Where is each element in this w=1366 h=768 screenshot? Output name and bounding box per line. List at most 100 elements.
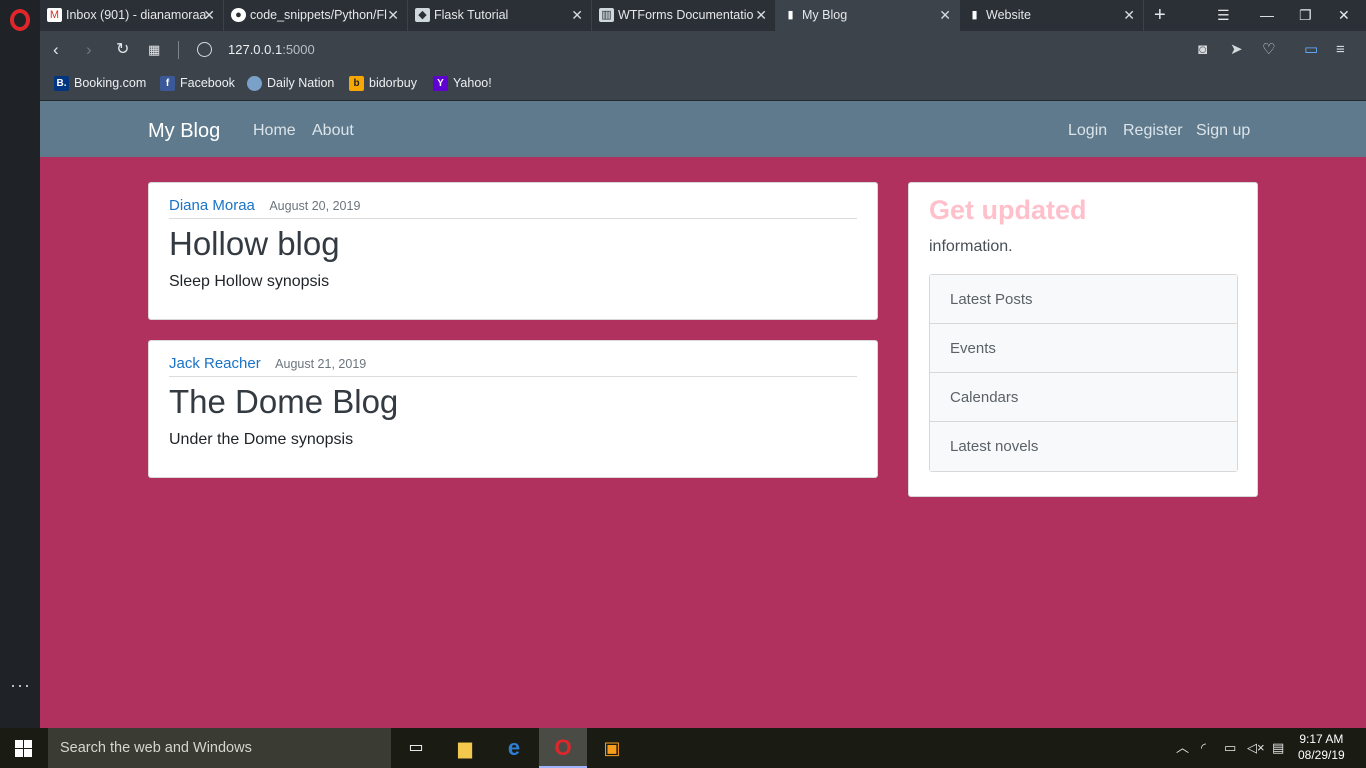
bookmark-daily-nation[interactable]: Daily Nation bbox=[247, 69, 334, 97]
close-icon[interactable]: ✕ bbox=[1123, 0, 1135, 31]
url-port: :5000 bbox=[282, 42, 315, 57]
site-navbar: My Blog Home About Login Register Sign u… bbox=[40, 101, 1366, 157]
battery-icon[interactable]: ▭ bbox=[1224, 728, 1236, 768]
post-date: August 20, 2019 bbox=[269, 199, 361, 213]
new-tab-icon[interactable]: + bbox=[1154, 0, 1166, 30]
bookmark-yahoo[interactable]: Y Yahoo! bbox=[433, 69, 492, 97]
bookmark-label: Booking.com bbox=[74, 76, 147, 90]
tab-title: Flask Tutorial bbox=[434, 8, 509, 22]
taskbar: Search the web and Windows ▭ ▆ e O ▣ ︿ ◜… bbox=[0, 728, 1366, 768]
file-explorer-icon[interactable]: ▆ bbox=[441, 728, 489, 768]
docs-icon: ▥ bbox=[599, 8, 614, 22]
close-icon[interactable]: ✕ bbox=[203, 0, 215, 31]
volume-muted-icon[interactable]: ◁× bbox=[1247, 728, 1265, 768]
divider bbox=[178, 41, 179, 59]
site-brand[interactable]: My Blog bbox=[148, 101, 220, 161]
minimize-icon[interactable]: — bbox=[1260, 0, 1274, 31]
bidorbuy-icon: b bbox=[349, 76, 364, 91]
flask-icon: ◆ bbox=[415, 8, 430, 22]
heart-icon[interactable]: ♡ bbox=[1262, 31, 1275, 69]
nav-register[interactable]: Register bbox=[1123, 101, 1183, 160]
close-icon[interactable]: ✕ bbox=[387, 0, 399, 31]
bookmark-label: bidorbuy bbox=[369, 76, 417, 90]
nav-about[interactable]: About bbox=[312, 101, 354, 160]
bookmark-booking[interactable]: B. Booking.com bbox=[54, 69, 146, 97]
bookmark-label: Yahoo! bbox=[453, 76, 492, 90]
sidebar-item-latest-novels[interactable]: Latest novels bbox=[930, 422, 1237, 471]
tab-title: Website bbox=[986, 8, 1031, 22]
nav-login[interactable]: Login bbox=[1068, 101, 1107, 160]
url-field[interactable]: 127.0.0.1:5000 bbox=[228, 31, 315, 69]
sidebar-item-latest-posts[interactable]: Latest Posts bbox=[930, 275, 1237, 324]
nav-sign-up[interactable]: Sign up bbox=[1196, 101, 1250, 160]
tab-strip: M Inbox (901) - dianamoraa ✕ ● code_snip… bbox=[40, 0, 1366, 31]
close-icon[interactable]: ✕ bbox=[939, 0, 951, 31]
close-window-icon[interactable]: ✕ bbox=[1338, 0, 1350, 31]
tab-title: My Blog bbox=[802, 8, 848, 22]
post-author[interactable]: Jack Reacher bbox=[169, 355, 261, 372]
gmail-icon: M bbox=[47, 8, 62, 22]
booking-icon: B. bbox=[54, 76, 69, 91]
sidebar-list: Latest Posts Events Calendars Latest nov… bbox=[929, 274, 1238, 472]
post-author[interactable]: Diana Moraa bbox=[169, 197, 255, 214]
bookmarks-bar: B. Booking.com f Facebook Daily Nation b… bbox=[40, 69, 1366, 101]
tab-gmail[interactable]: M Inbox (901) - dianamoraa ✕ bbox=[40, 0, 224, 31]
sidebar-text: information. bbox=[929, 238, 1013, 255]
post-card: Jack Reacher August 21, 2019 The Dome Bl… bbox=[148, 340, 878, 478]
tab-website[interactable]: ▮ Website ✕ bbox=[960, 0, 1144, 31]
url-host: 127.0.0.1 bbox=[228, 42, 283, 57]
tab-title: Inbox (901) - dianamoraa bbox=[66, 8, 206, 22]
taskbar-search-input[interactable]: Search the web and Windows bbox=[48, 728, 391, 768]
post-title[interactable]: Hollow blog bbox=[169, 225, 340, 263]
opera-logo-icon[interactable] bbox=[10, 9, 30, 31]
reload-icon[interactable]: ↻ bbox=[116, 31, 129, 69]
wifi-icon[interactable]: ◜ bbox=[1201, 728, 1206, 768]
globe-icon bbox=[197, 42, 212, 57]
windows-start-icon[interactable] bbox=[15, 740, 32, 757]
bookmark-bidorbuy[interactable]: b bidorbuy bbox=[349, 69, 417, 97]
sidebar-item-events[interactable]: Events bbox=[930, 324, 1237, 373]
post-card: Diana Moraa August 20, 2019 Hollow blog … bbox=[148, 182, 878, 320]
sublime-text-icon[interactable]: ▣ bbox=[588, 728, 636, 768]
more-icon[interactable]: ··· bbox=[10, 676, 31, 694]
back-icon[interactable]: ‹ bbox=[53, 31, 59, 69]
nav-home[interactable]: Home bbox=[253, 101, 296, 160]
facebook-icon: f bbox=[160, 76, 175, 91]
address-bar: ‹ › ↻ ▦ 127.0.0.1:5000 ◙ ➤ ♡ ▭ ≡ bbox=[40, 31, 1366, 69]
tab-title: WTForms Documentatio bbox=[618, 8, 754, 22]
tab-wtforms[interactable]: ▥ WTForms Documentatio ✕ bbox=[592, 0, 776, 31]
tab-my-blog[interactable]: ▮ My Blog ✕ bbox=[776, 0, 960, 31]
forward-icon[interactable]: › bbox=[86, 31, 92, 69]
bookmark-facebook[interactable]: f Facebook bbox=[160, 69, 235, 97]
tab-github[interactable]: ● code_snippets/Python/Fl ✕ bbox=[224, 0, 408, 31]
close-icon[interactable]: ✕ bbox=[755, 0, 767, 31]
restore-icon[interactable]: ❐ bbox=[1299, 0, 1312, 31]
edge-icon[interactable]: e bbox=[490, 728, 538, 768]
close-icon[interactable]: ✕ bbox=[571, 0, 583, 31]
opera-icon[interactable]: O bbox=[539, 728, 587, 768]
page-icon: ▮ bbox=[787, 9, 794, 21]
chevron-up-icon[interactable]: ︿ bbox=[1176, 728, 1189, 768]
post-meta: Diana Moraa August 20, 2019 bbox=[169, 197, 857, 219]
page-icon: ▮ bbox=[971, 9, 978, 21]
clock-time: 9:17 AM bbox=[1299, 732, 1344, 746]
tab-flask[interactable]: ◆ Flask Tutorial ✕ bbox=[408, 0, 592, 31]
notifications-icon[interactable]: ▤ bbox=[1272, 728, 1284, 768]
post-date: August 21, 2019 bbox=[275, 357, 367, 371]
post-title[interactable]: The Dome Blog bbox=[169, 383, 398, 421]
opera-sidebar: ··· bbox=[0, 0, 40, 728]
sidebar-card: Get updated information. Latest Posts Ev… bbox=[908, 182, 1258, 497]
taskbar-clock[interactable]: 9:17 AM 08/29/19 bbox=[1298, 731, 1345, 763]
battery-saver-icon[interactable]: ▭ bbox=[1304, 31, 1318, 69]
post-content: Sleep Hollow synopsis bbox=[169, 273, 330, 290]
task-view-icon[interactable]: ▭ bbox=[392, 728, 440, 768]
globe-icon bbox=[247, 76, 262, 91]
speed-dial-icon[interactable]: ▦ bbox=[148, 31, 160, 69]
sidebar-item-calendars[interactable]: Calendars bbox=[930, 373, 1237, 422]
post-content: Under the Dome synopsis bbox=[169, 431, 354, 448]
camera-icon[interactable]: ◙ bbox=[1198, 31, 1207, 69]
send-icon[interactable]: ➤ bbox=[1230, 31, 1243, 69]
bookmark-label: Facebook bbox=[180, 76, 235, 90]
tab-menu-icon[interactable]: ☰ bbox=[1217, 0, 1230, 31]
easy-setup-icon[interactable]: ≡ bbox=[1336, 31, 1345, 69]
